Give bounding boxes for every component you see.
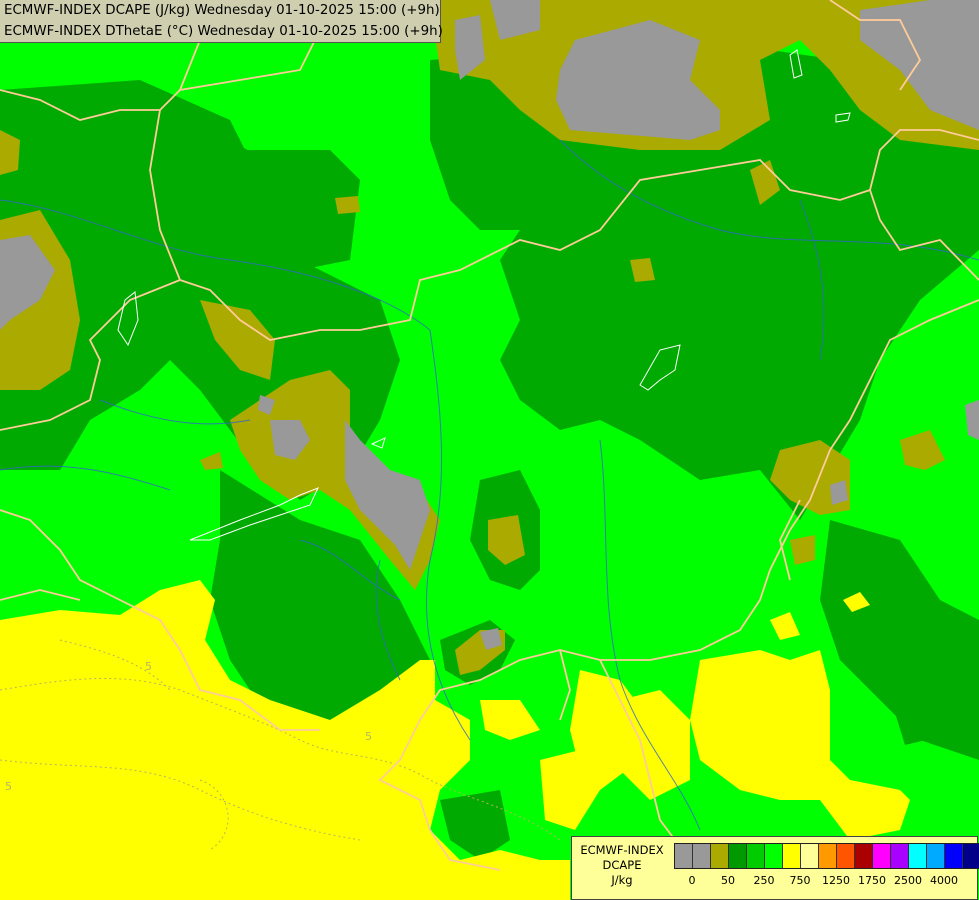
contour-label: 5 (365, 730, 372, 743)
legend-swatch (909, 844, 927, 868)
legend-tick-label: 750 (789, 874, 811, 887)
legend-swatch (801, 844, 819, 868)
legend-swatch (963, 844, 979, 868)
legend-swatch (765, 844, 783, 868)
contour-label: 5 (145, 660, 152, 673)
contour-label: 5 (5, 780, 12, 793)
color-legend: ECMWF-INDEX DCAPE J/kg 0 50 250 750 1250 1750… (571, 836, 979, 900)
legend-swatch (819, 844, 837, 868)
legend-model: ECMWF-INDEX (580, 843, 664, 857)
legend-tick-label: 1750 (858, 874, 886, 887)
legend-swatch (927, 844, 945, 868)
legend-tick-label: 2500 (894, 874, 922, 887)
legend-swatch (945, 844, 963, 868)
legend-tick-label: 50 (721, 874, 735, 887)
legend-tick-label: 1250 (822, 874, 850, 887)
legend-swatch (711, 844, 729, 868)
title-dthetae: ECMWF-INDEX DThetaE (°C) Wednesday 01-10… (4, 24, 443, 39)
legend-tick-label: 4000 (930, 874, 958, 887)
legend-swatch (675, 844, 693, 868)
legend-swatch (783, 844, 801, 868)
legend-tick-label: 250 (753, 874, 775, 887)
legend-swatch (729, 844, 747, 868)
legend-variable: DCAPE (602, 858, 642, 872)
legend-color-bar (674, 843, 979, 869)
legend-swatch (837, 844, 855, 868)
legend-swatch (693, 844, 711, 868)
weather-map: 5 5 5 (0, 0, 979, 900)
legend-swatch (855, 844, 873, 868)
legend-unit: J/kg (611, 873, 633, 887)
legend-swatch (873, 844, 891, 868)
legend-swatch (747, 844, 765, 868)
map-title-box: ECMWF-INDEX DCAPE (J/kg) Wednesday 01-10… (0, 0, 443, 43)
legend-tick-label: 0 (688, 874, 696, 887)
legend-swatch (891, 844, 909, 868)
legend-label: ECMWF-INDEX DCAPE J/kg (572, 843, 672, 888)
title-dcape: ECMWF-INDEX DCAPE (J/kg) Wednesday 01-10… (4, 3, 440, 18)
